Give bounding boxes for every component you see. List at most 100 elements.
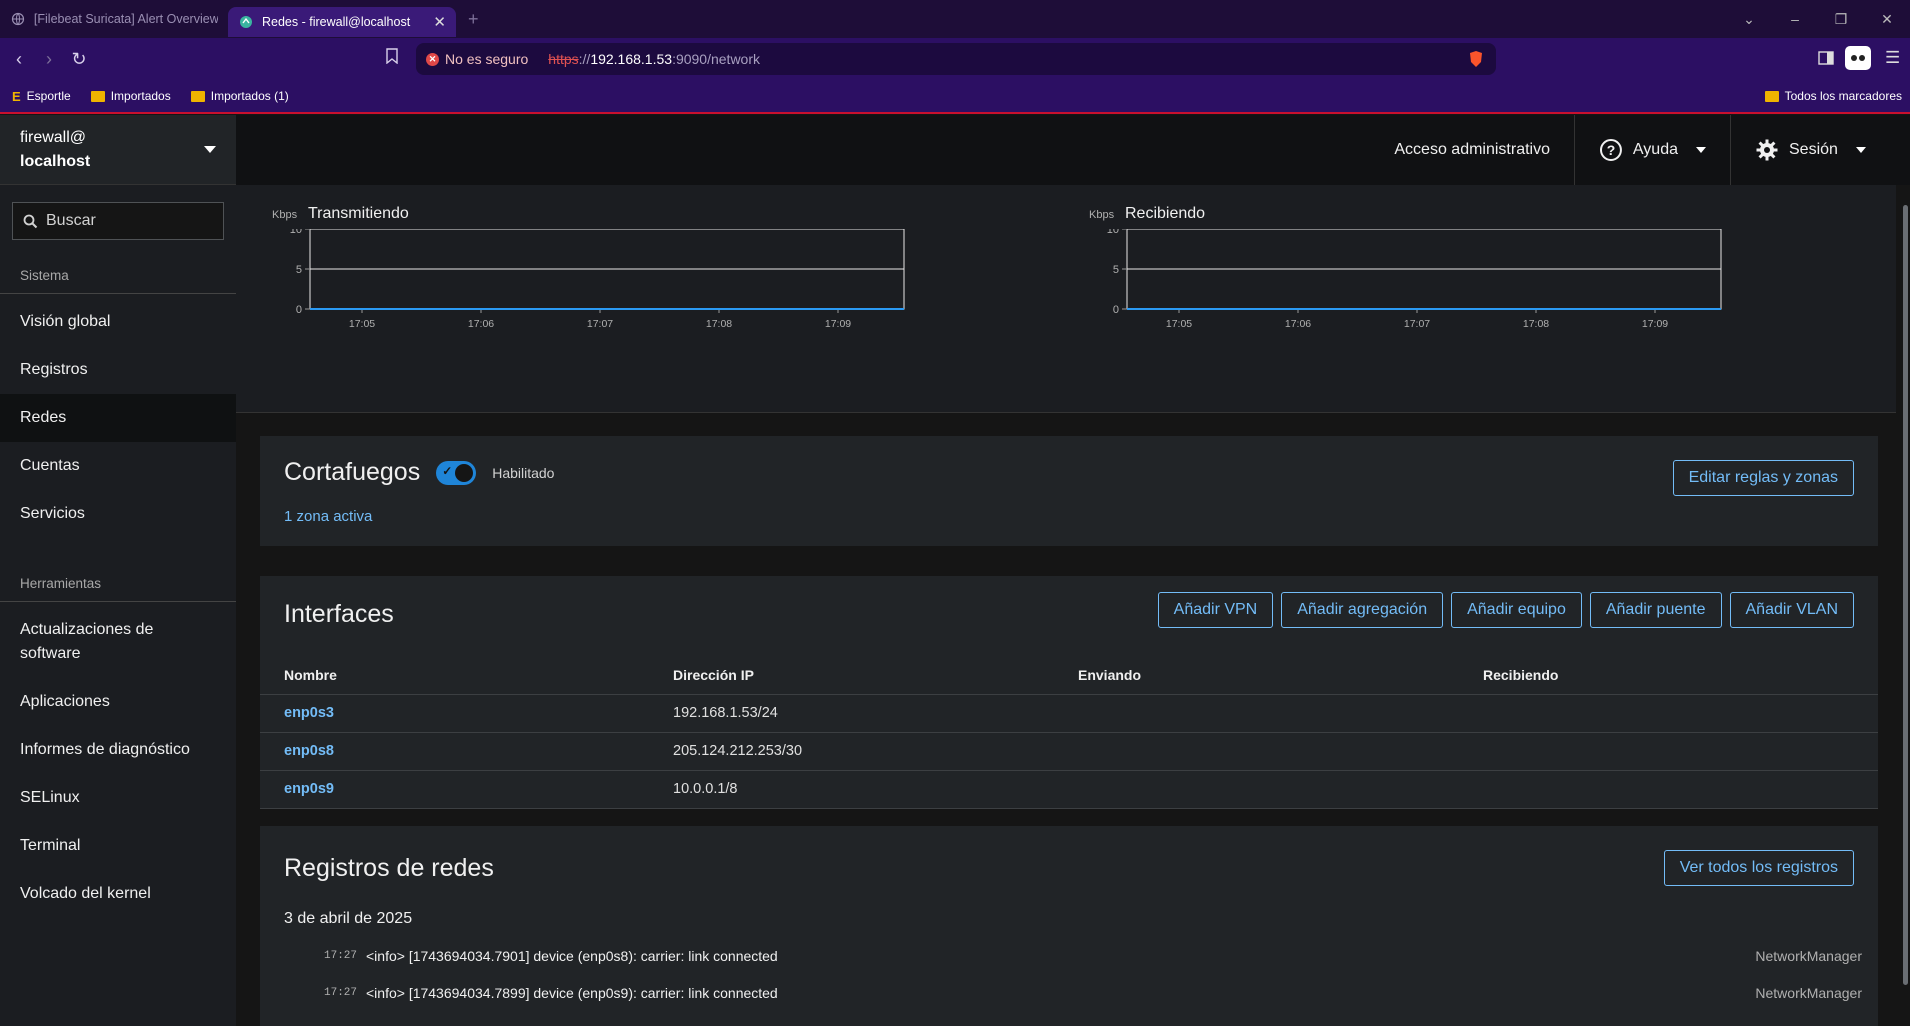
browser-tab-bar: [Filebeat Suricata] Alert Overview - E R… (0, 0, 1910, 38)
interfaces-actions: Añadir VPN Añadir agregación Añadir equi… (1157, 592, 1854, 628)
host-switcher[interactable]: firewall@ localhost (0, 115, 236, 185)
caret-down-icon (204, 146, 216, 153)
x-tick-label: 17:09 (825, 318, 851, 330)
log-date: 3 de abril de 2025 (284, 910, 413, 927)
address-bar: ‹ › ↻ ✕ No es seguro https://192.168.1.5… (0, 38, 1910, 80)
add-team-button[interactable]: Añadir equipo (1451, 592, 1582, 628)
host-name: localhost (20, 152, 91, 170)
url-text: https://192.168.1.53:9090/network (548, 51, 761, 67)
table-row[interactable]: enp0s8 205.124.212.253/30 (260, 732, 1878, 771)
view-all-logs-button[interactable]: Ver todos los registros (1663, 850, 1854, 886)
section-label-system: Sistema (0, 258, 236, 294)
sidebar-item-services[interactable]: Servicios (0, 490, 236, 538)
scrollbar[interactable] (1900, 185, 1910, 1026)
bookmark-importados[interactable]: Importados (90, 89, 171, 103)
log-source: NetworkManager (1755, 948, 1862, 964)
sidebar-item-networking[interactable]: Redes (0, 394, 236, 442)
sidebar-item-terminal[interactable]: Terminal (0, 822, 236, 870)
network-logs-card: Registros de redes Ver todos los registr… (260, 826, 1878, 1026)
chevron-down-icon[interactable]: ⌄ (1726, 11, 1772, 28)
log-time: 17:27 (324, 950, 358, 962)
security-indicator[interactable]: ✕ No es seguro (426, 51, 528, 67)
table-row[interactable]: enp0s3 192.168.1.53/24 (260, 694, 1878, 733)
search-placeholder: Buscar (46, 212, 96, 229)
brave-shield-icon[interactable] (1468, 50, 1484, 71)
restore-icon[interactable]: ❐ (1818, 11, 1864, 28)
wallet-icon[interactable] (1845, 46, 1871, 70)
add-vlan-button[interactable]: Añadir VLAN (1729, 592, 1854, 628)
active-zones-link[interactable]: 1 zona activa (284, 508, 372, 525)
browser-tab-redes[interactable]: Redes - firewall@localhost ✕ (228, 7, 456, 37)
y-tick-label: 5 (1113, 264, 1119, 276)
graph-title: Transmitiendo (308, 205, 409, 222)
log-entry[interactable]: 17:27 <info> [1743694034.7901] device (e… (324, 948, 1878, 964)
interface-sending (1054, 694, 1459, 733)
interface-name[interactable]: enp0s8 (260, 732, 649, 771)
sidebar-item-applications[interactable]: Aplicaciones (0, 678, 236, 726)
firewall-status: Habilitado (492, 464, 555, 481)
sidebar-item-overview[interactable]: Visión global (0, 298, 236, 346)
menu-icon[interactable]: ☰ (1885, 48, 1900, 68)
section-label-tools: Herramientas (0, 566, 236, 602)
graph-unit: Kbps (272, 209, 298, 221)
session-menu[interactable]: Sesión (1730, 115, 1900, 185)
logs-title: Registros de redes (284, 854, 494, 882)
sidebar-item-selinux[interactable]: SELinux (0, 774, 236, 822)
search-input[interactable]: Buscar (12, 202, 224, 240)
interface-sending (1054, 732, 1459, 771)
sidebar-toggle-icon[interactable] (1818, 50, 1834, 71)
reload-icon[interactable]: ↻ (64, 49, 94, 70)
bookmark-esportle[interactable]: E Esportle (12, 89, 71, 104)
edit-rules-button[interactable]: Editar reglas y zonas (1672, 460, 1854, 496)
interface-name[interactable]: enp0s9 (260, 770, 649, 809)
close-window-icon[interactable]: ✕ (1864, 11, 1910, 28)
x-tick-label: 17:06 (1285, 318, 1311, 330)
back-icon[interactable]: ‹ (4, 49, 34, 70)
column-header-receiving[interactable]: Recibiendo (1459, 656, 1878, 695)
warning-icon: ✕ (426, 52, 439, 66)
table-row[interactable]: enp0s9 10.0.0.1/8 (260, 770, 1878, 809)
security-label: No es seguro (445, 51, 529, 67)
interface-name[interactable]: enp0s3 (260, 694, 649, 733)
window-controls: ⌄ – ❐ ✕ (1726, 0, 1910, 38)
help-menu[interactable]: ? Ayuda (1574, 115, 1730, 185)
new-tab-icon[interactable]: + (468, 9, 479, 30)
close-tab-icon[interactable]: ✕ (433, 13, 446, 31)
sidebar-item-diagnostic-reports[interactable]: Informes de diagnóstico (0, 726, 236, 774)
x-tick-label: 17:08 (1523, 318, 1549, 330)
bookmark-icon[interactable] (386, 48, 398, 69)
interface-ip: 10.0.0.1/8 (649, 770, 1054, 809)
column-header-name[interactable]: Nombre (260, 656, 649, 695)
log-message: <info> [1743694034.7899] device (enp0s9)… (366, 985, 778, 1001)
firewall-title: Cortafuegos (284, 458, 421, 486)
x-tick-label: 17:05 (1166, 318, 1192, 330)
host-user: firewall@ (20, 128, 87, 146)
interfaces-title: Interfaces (284, 600, 394, 628)
bookmarks-bar: E Esportle Importados Importados (1) Todo… (0, 80, 1910, 114)
interfaces-card: Interfaces Añadir VPN Añadir agregación … (260, 576, 1878, 809)
main-content: Kbps Transmitiendo 0 5 10 17:05 17:06 17:07 17… (236, 185, 1910, 1026)
column-header-sending[interactable]: Enviando (1054, 656, 1459, 695)
sidebar-item-kernel-dump[interactable]: Volcado del kernel (0, 870, 236, 918)
sidebar-item-accounts[interactable]: Cuentas (0, 442, 236, 490)
add-bridge-button[interactable]: Añadir puente (1589, 592, 1722, 628)
all-bookmarks[interactable]: Todos los marcadores (1764, 89, 1902, 103)
url-field[interactable]: ✕ No es seguro https://192.168.1.53:9090… (416, 43, 1496, 75)
add-bond-button[interactable]: Añadir agregación (1281, 592, 1444, 628)
admin-access-button[interactable]: Acceso administrativo (1370, 115, 1574, 185)
minimize-icon[interactable]: – (1772, 11, 1818, 27)
forward-icon[interactable]: › (34, 49, 64, 70)
column-header-ip[interactable]: Dirección IP (649, 656, 1054, 695)
log-time: 17:27 (324, 987, 358, 999)
firewall-toggle[interactable]: ✓ (436, 460, 477, 485)
x-tick-label: 17:07 (1404, 318, 1430, 330)
add-vpn-button[interactable]: Añadir VPN (1157, 592, 1274, 628)
sidebar-item-software-updates[interactable]: Actualizaciones de software (0, 606, 190, 678)
interfaces-table: Nombre Dirección IP Enviando Recibiendo … (260, 656, 1878, 809)
browser-tab-filebeat[interactable]: [Filebeat Suricata] Alert Overview - E (0, 4, 228, 34)
bookmark-importados-1[interactable]: Importados (1) (190, 89, 289, 103)
log-entry[interactable]: 17:27 <info> [1743694034.7899] device (e… (324, 985, 1878, 1001)
sidebar-item-logs[interactable]: Registros (0, 346, 236, 394)
network-graphs: Kbps Transmitiendo 0 5 10 17:05 17:06 17:07 17… (236, 185, 1896, 413)
firewall-card: Cortafuegos ✓ Habilitado 1 zona activa E… (260, 436, 1878, 546)
